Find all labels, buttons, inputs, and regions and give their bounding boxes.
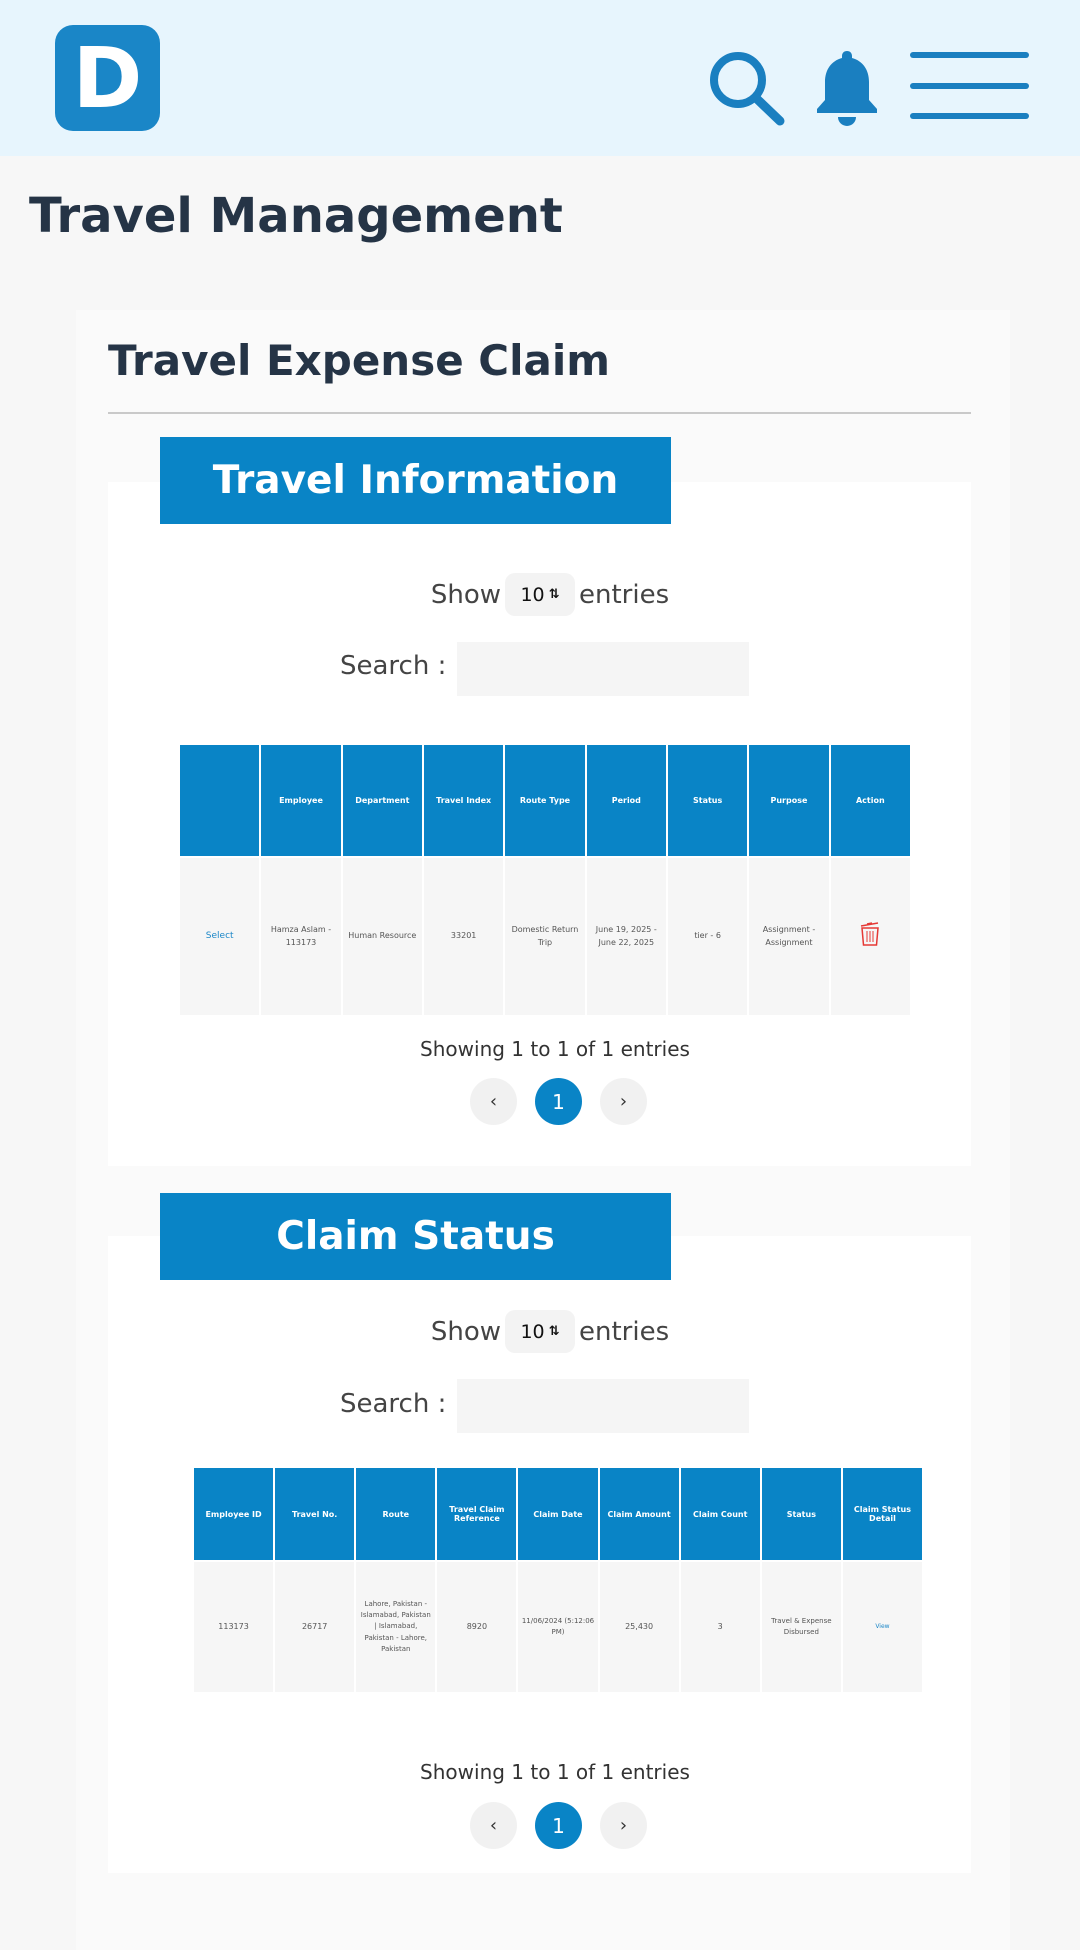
showing-info: Showing 1 to 1 of 1 entries — [420, 1760, 690, 1784]
column-header[interactable]: Travel No. — [275, 1468, 355, 1560]
table-row: 113173 26717 Lahore, Pakistan - Islamaba… — [194, 1562, 922, 1692]
column-header[interactable]: Route Type — [505, 745, 585, 856]
page-1-button[interactable]: 1 — [535, 1078, 582, 1125]
entries-value: 10 — [520, 583, 545, 606]
sort-arrows-icon: ⇅ — [548, 587, 560, 602]
cell-employee-id: 113173 — [194, 1562, 274, 1692]
search-label: Search : — [340, 1389, 447, 1419]
column-header[interactable]: Claim Count — [680, 1468, 760, 1560]
column-header[interactable] — [180, 745, 260, 856]
travel-info-table: Employee Department Travel Index Route Type… — [178, 743, 912, 1017]
cell-travel-no: 26717 — [275, 1562, 355, 1692]
app-logo[interactable]: D — [55, 25, 160, 131]
cell-department: Human Resource — [342, 858, 422, 1015]
search-icon[interactable] — [706, 49, 786, 126]
column-header[interactable]: Route — [356, 1468, 436, 1560]
show-label: Show — [430, 1316, 502, 1347]
cell-status: tier - 6 — [667, 858, 748, 1015]
select-link[interactable]: Select — [180, 858, 260, 1015]
section-banner: Claim Status — [160, 1193, 671, 1280]
showing-info: Showing 1 to 1 of 1 entries — [420, 1037, 690, 1061]
cell-reference: 8920 — [437, 1562, 517, 1692]
prev-page-button[interactable]: ‹ — [470, 1078, 517, 1125]
entries-value: 10 — [520, 1320, 545, 1343]
bell-icon[interactable] — [814, 47, 880, 126]
divider — [108, 412, 971, 414]
column-header[interactable]: Employee ID — [194, 1468, 274, 1560]
table-row: Select Hamza Aslam - 113173 Human Resour… — [180, 858, 910, 1015]
menu-icon[interactable] — [910, 52, 1029, 58]
card-title: Travel Expense Claim — [108, 336, 611, 385]
cell-travel-index: 33201 — [423, 858, 504, 1015]
entries-select[interactable]: 10 ⇅ — [505, 573, 576, 616]
next-page-button[interactable]: › — [600, 1078, 647, 1125]
search-label: Search : — [340, 651, 447, 681]
column-header[interactable]: Period — [586, 745, 666, 856]
cell-route-type: Domestic Return Trip — [505, 858, 585, 1015]
next-page-button[interactable]: › — [600, 1802, 647, 1849]
column-header[interactable]: Claim Date — [518, 1468, 598, 1560]
column-header[interactable]: Action — [830, 745, 910, 856]
entries-control: Show 10 ⇅ entries — [0, 1310, 1080, 1353]
entries-label: entries — [579, 1316, 670, 1347]
column-header[interactable]: Travel Claim Reference — [437, 1468, 517, 1560]
column-header[interactable]: Claim Status Detail — [842, 1468, 922, 1560]
show-label: Show — [430, 579, 502, 610]
delete-icon[interactable] — [859, 921, 881, 947]
cell-route: Lahore, Pakistan - Islamabad, Pakistan |… — [356, 1562, 436, 1692]
menu-icon-line[interactable] — [910, 113, 1029, 119]
search-input[interactable] — [457, 642, 749, 696]
entries-label: entries — [579, 579, 670, 610]
column-header[interactable]: Travel Index — [423, 745, 504, 856]
search-input[interactable] — [457, 1379, 749, 1433]
app-header: D — [0, 0, 1080, 156]
cell-employee: Hamza Aslam - 113173 — [261, 858, 341, 1015]
column-header[interactable]: Claim Amount — [599, 1468, 679, 1560]
page-1-button[interactable]: 1 — [535, 1802, 582, 1849]
cell-action — [830, 858, 910, 1015]
column-header[interactable]: Status — [761, 1468, 841, 1560]
cell-amount: 25,430 — [599, 1562, 679, 1692]
cell-period: June 19, 2025 - June 22, 2025 — [586, 858, 666, 1015]
sort-arrows-icon: ⇅ — [548, 1324, 560, 1339]
column-header[interactable]: Purpose — [749, 745, 829, 856]
page-title: Travel Management — [29, 188, 563, 244]
column-header[interactable]: Employee — [261, 745, 341, 856]
prev-page-button[interactable]: ‹ — [470, 1802, 517, 1849]
claim-status-table: Employee ID Travel No. Route Travel Claim R… — [192, 1466, 924, 1694]
cell-claim-date: 11/06/2024 (5:12:06 PM) — [518, 1562, 598, 1692]
view-link[interactable]: View — [842, 1562, 922, 1692]
cell-status: Travel & Expense Disbursed — [761, 1562, 841, 1692]
menu-icon-line[interactable] — [910, 83, 1029, 89]
section-banner: Travel Information — [160, 437, 671, 524]
column-header[interactable]: Status — [667, 745, 748, 856]
column-header[interactable]: Department — [342, 745, 422, 856]
cell-purpose: Assignment - Assignment — [749, 858, 829, 1015]
entries-control: Show 10 ⇅ entries — [0, 573, 1080, 616]
cell-count: 3 — [680, 1562, 760, 1692]
entries-select[interactable]: 10 ⇅ — [505, 1310, 576, 1353]
